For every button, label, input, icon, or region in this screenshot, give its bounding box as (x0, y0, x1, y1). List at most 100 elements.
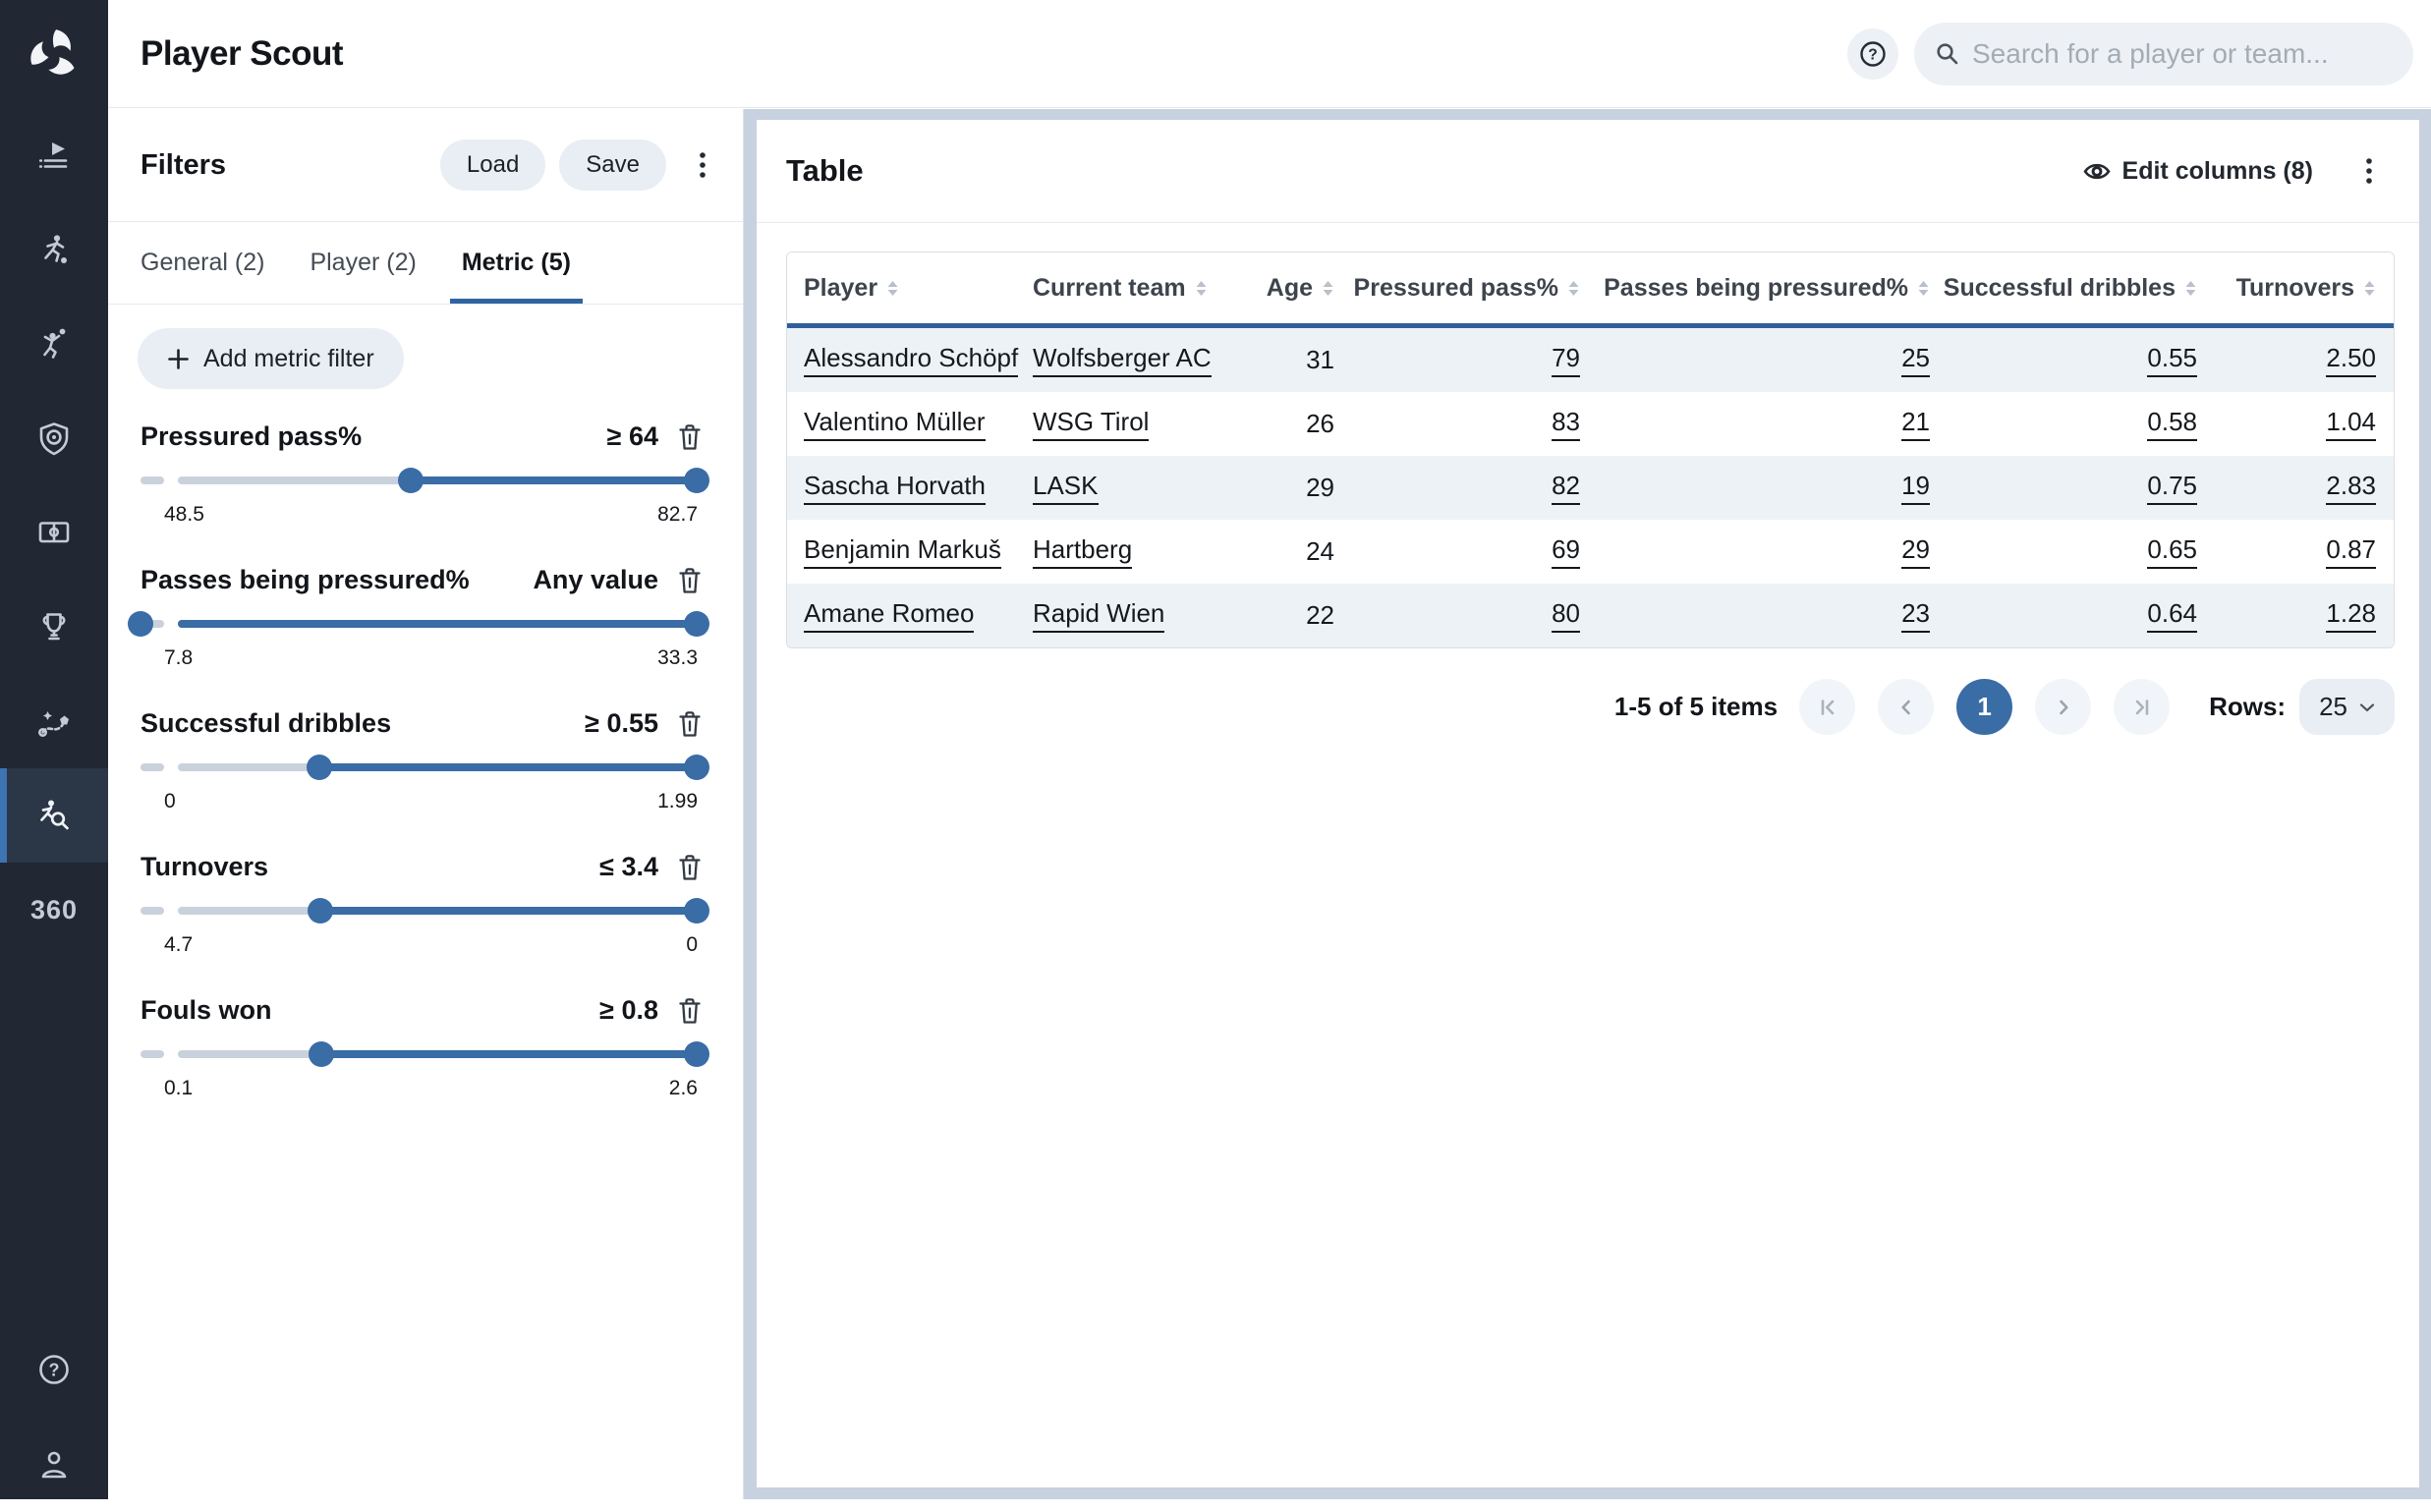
edit-columns-button[interactable]: Edit columns (8) (2083, 157, 2313, 186)
team-link[interactable]: LASK (1033, 473, 1099, 504)
filters-menu-button[interactable] (688, 151, 717, 179)
metric-value-link[interactable]: 0.87 (2326, 536, 2376, 568)
range-slider[interactable] (141, 611, 702, 637)
column-header-passes-being-pressured[interactable]: Passes being pressured% (1580, 252, 1930, 328)
metric-value-link[interactable]: 0.75 (2147, 473, 2197, 504)
delete-filter-button[interactable] (678, 854, 702, 881)
metric-value-link[interactable]: 83 (1552, 409, 1580, 440)
sort-icon[interactable] (2363, 279, 2376, 298)
save-filters-button[interactable]: Save (559, 140, 666, 191)
slider-track[interactable] (178, 763, 692, 771)
column-header-current-team[interactable]: Current team (1033, 252, 1241, 328)
slider-track[interactable] (178, 476, 692, 484)
metric-value-link[interactable]: 1.28 (2326, 600, 2376, 632)
first-page-button[interactable] (1799, 679, 1855, 735)
slider-handle-high[interactable] (684, 898, 709, 924)
metric-value-link[interactable]: 69 (1552, 536, 1580, 568)
metric-value-link[interactable]: 0.55 (2147, 345, 2197, 376)
next-page-button[interactable] (2035, 679, 2091, 735)
global-search[interactable] (1914, 23, 2413, 85)
slider-track[interactable] (178, 1050, 692, 1058)
add-metric-filter-button[interactable]: Add metric filter (138, 328, 404, 389)
column-header-turnovers[interactable]: Turnovers (2197, 252, 2395, 328)
sidebar-item-goalkeeper[interactable] (0, 297, 108, 391)
metric-value-link[interactable]: 1.04 (2326, 409, 2376, 440)
column-header-pressured-pass[interactable]: Pressured pass% (1334, 252, 1580, 328)
sidebar-item-player-scout[interactable] (0, 768, 108, 863)
sidebar-help-button[interactable]: ? (0, 1322, 108, 1417)
last-page-button[interactable] (2114, 679, 2170, 735)
slider-handle-low[interactable] (308, 898, 333, 924)
metric-value-link[interactable]: 0.65 (2147, 536, 2197, 568)
slider-handle-low[interactable] (128, 611, 153, 637)
sidebar-item-pitch[interactable] (0, 485, 108, 580)
delete-filter-button[interactable] (678, 423, 702, 451)
slider-handle-high[interactable] (684, 611, 709, 637)
help-button[interactable]: ? (1847, 28, 1898, 80)
delete-filter-button[interactable] (678, 997, 702, 1025)
slider-track[interactable] (178, 620, 692, 628)
slider-handle-high[interactable] (684, 468, 709, 493)
column-header-player[interactable]: Player (787, 252, 1033, 328)
metric-value-link[interactable]: 21 (1901, 409, 1930, 440)
player-link[interactable]: Alessandro Schöpf (804, 345, 1018, 376)
team-link[interactable]: Wolfsberger AC (1033, 345, 1212, 376)
sort-icon[interactable] (1917, 279, 1930, 298)
sidebar-item-tactics[interactable] (0, 674, 108, 768)
range-slider[interactable] (141, 898, 702, 924)
metric-value-link[interactable]: 2.83 (2326, 473, 2376, 504)
sidebar-item-player[interactable] (0, 202, 108, 297)
tab-metric[interactable]: Metric (5) (450, 222, 583, 304)
slider-handle-high[interactable] (684, 1041, 709, 1067)
table-menu-button[interactable] (2354, 157, 2384, 185)
slider-handle-low[interactable] (307, 755, 332, 780)
slider-handle-high[interactable] (684, 755, 709, 780)
sort-icon[interactable] (886, 279, 899, 298)
range-slider[interactable] (141, 468, 702, 493)
sort-icon[interactable] (2184, 279, 2197, 298)
tab-general[interactable]: General (2) (141, 222, 264, 304)
metric-value-link[interactable]: 82 (1552, 473, 1580, 504)
sort-icon[interactable] (1322, 279, 1334, 298)
load-filters-button[interactable]: Load (440, 140, 545, 191)
player-link[interactable]: Benjamin Markuš (804, 536, 1001, 568)
previous-page-button[interactable] (1878, 679, 1934, 735)
slider-track[interactable] (178, 907, 692, 915)
slider-handle-low[interactable] (309, 1041, 334, 1067)
current-page-button[interactable]: 1 (1956, 679, 2012, 735)
metric-value-link[interactable]: 0.64 (2147, 600, 2197, 632)
metric-value-link[interactable]: 25 (1901, 345, 1930, 376)
delete-filter-button[interactable] (678, 710, 702, 738)
svg-text:?: ? (49, 1361, 60, 1380)
player-link[interactable]: Valentino Müller (804, 409, 986, 440)
sidebar-item-team[interactable] (0, 391, 108, 485)
sidebar-account-button[interactable] (0, 1418, 108, 1512)
team-link[interactable]: WSG Tirol (1033, 409, 1149, 440)
app-logo[interactable] (0, 0, 108, 108)
metric-value-link[interactable]: 79 (1552, 345, 1580, 376)
metric-value-link[interactable]: 29 (1901, 536, 1930, 568)
team-link[interactable]: Hartberg (1033, 536, 1132, 568)
rows-per-page-select[interactable]: 25 (2299, 679, 2395, 735)
tab-player[interactable]: Player (2) (310, 222, 416, 304)
sort-icon[interactable] (1567, 279, 1580, 298)
slider-handle-low[interactable] (398, 468, 424, 493)
player-link[interactable]: Sascha Horvath (804, 473, 986, 504)
sidebar-item-360[interactable]: 360 (0, 863, 108, 957)
range-slider[interactable] (141, 755, 702, 780)
metric-value-link[interactable]: 23 (1901, 600, 1930, 632)
column-header-age[interactable]: Age (1241, 252, 1334, 328)
range-slider[interactable] (141, 1041, 702, 1067)
team-link[interactable]: Rapid Wien (1033, 600, 1164, 632)
delete-filter-button[interactable] (678, 567, 702, 594)
metric-value-link[interactable]: 80 (1552, 600, 1580, 632)
metric-value-link[interactable]: 19 (1901, 473, 1930, 504)
sort-icon[interactable] (1195, 279, 1208, 298)
search-input[interactable] (1972, 38, 2392, 70)
sidebar-item-competition[interactable] (0, 580, 108, 674)
metric-value-link[interactable]: 2.50 (2326, 345, 2376, 376)
metric-value-link[interactable]: 0.58 (2147, 409, 2197, 440)
column-header-successful-dribbles[interactable]: Successful dribbles (1930, 252, 2197, 328)
player-link[interactable]: Amane Romeo (804, 600, 974, 632)
sidebar-item-playlist[interactable] (0, 108, 108, 202)
